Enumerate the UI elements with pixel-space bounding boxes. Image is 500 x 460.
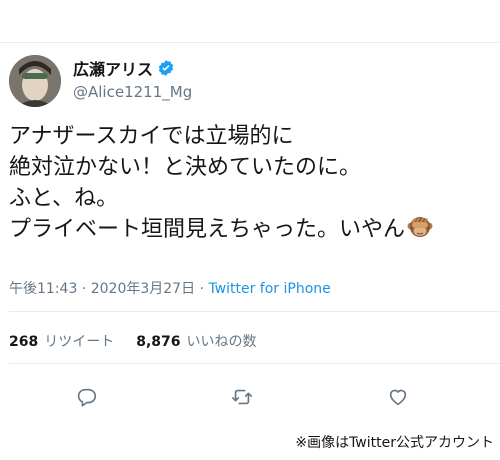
retweet-button[interactable] bbox=[231, 386, 255, 410]
display-name[interactable]: 広瀬アリス bbox=[73, 56, 153, 80]
like-button[interactable] bbox=[387, 386, 411, 410]
reply-icon bbox=[77, 388, 97, 407]
divider bbox=[9, 363, 500, 364]
heart-icon bbox=[389, 389, 407, 406]
like-stat[interactable]: 8,876 いいねの数 bbox=[136, 331, 256, 351]
like-label: いいねの数 bbox=[186, 334, 257, 350]
handle[interactable]: @Alice1211_Mg bbox=[73, 83, 192, 101]
tweet-source-link[interactable]: Twitter for iPhone bbox=[208, 281, 330, 297]
meta-separator: · bbox=[81, 281, 87, 297]
tweet-actions bbox=[0, 386, 500, 410]
tweet-card: 広瀬アリス @Alice1211_Mg アナザースカイでは立場的に 絶対泣かない… bbox=[0, 42, 500, 430]
image-credit-caption: ※画像はTwitter公式アカウント bbox=[295, 435, 494, 451]
retweet-icon bbox=[232, 389, 252, 405]
meta-separator: · bbox=[199, 281, 204, 297]
avatar-image bbox=[9, 55, 61, 107]
tweet-line: 絶対泣かない！と決めていたのに。 bbox=[9, 155, 362, 180]
like-count: 8,876 bbox=[136, 334, 181, 350]
reply-button[interactable] bbox=[76, 386, 100, 410]
tweet-line: アナザースカイでは立場的に bbox=[9, 124, 294, 149]
retweet-count: 268 bbox=[9, 334, 39, 350]
tweet-line-text: プライベート垣間見えちゃった。いやん bbox=[9, 217, 406, 242]
name-row: 広瀬アリス bbox=[73, 57, 175, 79]
avatar[interactable] bbox=[9, 55, 61, 107]
tweet-time[interactable]: 午後11:43 bbox=[9, 281, 77, 297]
see-no-evil-monkey-icon bbox=[407, 214, 433, 240]
tweet-text: アナザースカイでは立場的に 絶対泣かない！と決めていたのに。 ふと、ね。 プライ… bbox=[9, 121, 495, 245]
retweet-stat[interactable]: 268 リツイート bbox=[9, 331, 114, 351]
tweet-date[interactable]: 2020年3月27日 bbox=[91, 281, 195, 297]
divider bbox=[9, 311, 500, 312]
tweet-meta: 午後11:43 · 2020年3月27日 · Twitter for iPhon… bbox=[9, 278, 331, 298]
tweet-line-last: プライベート垣間見えちゃった。いやん bbox=[9, 214, 495, 245]
tweet-stats: 268 リツイート 8,876 いいねの数 bbox=[9, 331, 279, 351]
verified-badge-icon bbox=[157, 59, 175, 77]
tweet-line: ふと、ね。 bbox=[9, 186, 119, 211]
retweet-label: リツイート bbox=[44, 334, 115, 350]
